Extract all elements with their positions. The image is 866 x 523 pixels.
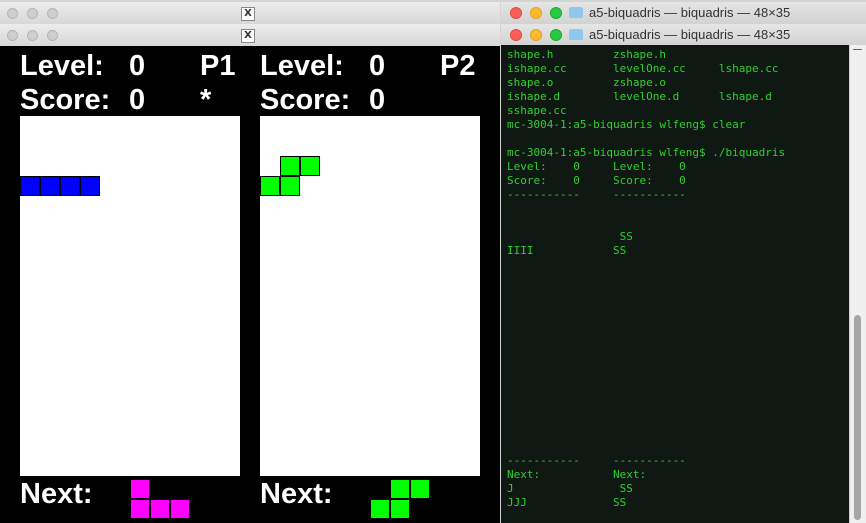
terminal-line: Level: 0 Level: 0 — [507, 160, 686, 173]
p1-i-block-cell — [80, 176, 100, 196]
terminal-line: IIII SS — [507, 244, 627, 257]
p1-player-label: P1 — [200, 50, 236, 82]
p2-player-label: P2 — [440, 50, 476, 82]
p2-board — [260, 116, 480, 476]
terminal-line: J SS — [507, 482, 633, 495]
p1-next-j-cell — [170, 499, 190, 519]
x-minimize-dot-icon[interactable] — [27, 30, 38, 41]
p2-next-s-cell — [390, 499, 410, 519]
terminal-line: sshape.cc — [507, 104, 567, 117]
p1-next-j-cell — [150, 499, 170, 519]
x-zoom-dot-icon[interactable] — [47, 8, 58, 19]
minimize-button-icon[interactable] — [530, 7, 542, 19]
p2-s-block-cell — [260, 176, 280, 196]
x-window-titlebar[interactable]: X — [0, 24, 500, 47]
p1-next-j-piece — [130, 479, 190, 519]
zoom-button-icon[interactable] — [550, 29, 562, 41]
terminal-line: SS — [507, 230, 633, 243]
minimize-button-icon[interactable] — [530, 29, 542, 41]
terminal-output[interactable]: shape.h zshape.h ishape.cc levelOne.cc l… — [501, 45, 849, 523]
x-minimize-dot-icon[interactable] — [27, 8, 38, 19]
terminal-title: a5-biquadris — biquadris — 48×35 — [589, 5, 791, 20]
x-close-dot-icon[interactable] — [7, 30, 18, 41]
p1-turn-marker: * — [200, 84, 212, 116]
p2-level-label: Level: — [260, 50, 344, 82]
terminal-line: shape.o zshape.o — [507, 76, 666, 89]
terminal-line: ishape.d levelOne.d lshape.d — [507, 90, 772, 103]
p1-i-block-cell — [60, 176, 80, 196]
p2-next-s-cell — [410, 479, 430, 499]
terminal-line: Score: 0 Score: 0 — [507, 174, 686, 187]
close-button-icon[interactable] — [510, 7, 522, 19]
terminal-line: Next: Next: — [507, 468, 647, 481]
terminal-line: ----------- ----------- — [507, 188, 686, 201]
p1-i-block-cell — [20, 176, 40, 196]
p2-next-s-cell — [370, 499, 390, 519]
terminal-title: a5-biquadris — biquadris — 48×35 — [589, 27, 791, 42]
terminal-line: ----------- ----------- — [507, 454, 686, 467]
p1-board — [20, 116, 240, 476]
terminal-titlebar-back[interactable]: a5-biquadris — biquadris — 48×35 — [501, 2, 866, 25]
p2-next-s-cell — [390, 479, 410, 499]
x11-icon: X — [241, 7, 255, 21]
folder-icon — [569, 29, 583, 40]
p2-score-value: 0 — [369, 84, 386, 116]
p2-level-value: 0 — [369, 50, 386, 82]
p2-s-block-cell — [300, 156, 320, 176]
terminal-line: mc-3004-1:a5-biquadris wlfeng$ ./biquadr… — [507, 146, 786, 159]
x11-icon: X — [241, 29, 255, 43]
p2-next-label: Next: — [260, 478, 333, 510]
terminal-line: mc-3004-1:a5-biquadris wlfeng$ clear — [507, 118, 746, 131]
p1-score-value: 0 — [129, 84, 146, 116]
p1-next-j-cell — [130, 499, 150, 519]
close-button-icon[interactable] — [510, 29, 522, 41]
p1-next-j-cell — [130, 479, 150, 499]
p1-level-value: 0 — [129, 50, 146, 82]
terminal-line: shape.h zshape.h — [507, 48, 666, 61]
p1-next-label: Next: — [20, 478, 93, 510]
x-close-dot-icon[interactable] — [7, 8, 18, 19]
folder-icon — [569, 7, 583, 18]
p1-level-label: Level: — [20, 50, 104, 82]
p2-s-block-cell — [280, 156, 300, 176]
p1-score-label: Score: — [20, 84, 111, 116]
zoom-button-icon[interactable] — [550, 7, 562, 19]
p2-score-label: Score: — [260, 84, 351, 116]
p1-i-block-cell — [40, 176, 60, 196]
p2-s-block-cell — [280, 176, 300, 196]
x-window-titlebar-back[interactable]: X — [0, 2, 500, 25]
terminal-titlebar[interactable]: a5-biquadris — biquadris — 48×35 — [501, 24, 866, 47]
p2-next-s-piece — [370, 479, 430, 519]
x-zoom-dot-icon[interactable] — [47, 30, 58, 41]
scrollbar-thumb[interactable] — [854, 315, 861, 520]
terminal-line: JJJ SS — [507, 496, 627, 509]
terminal-scrollbar[interactable] — [849, 45, 866, 523]
scroll-split-icon — [853, 49, 862, 50]
terminal-line: ishape.cc levelOne.cc lshape.cc — [507, 62, 779, 75]
